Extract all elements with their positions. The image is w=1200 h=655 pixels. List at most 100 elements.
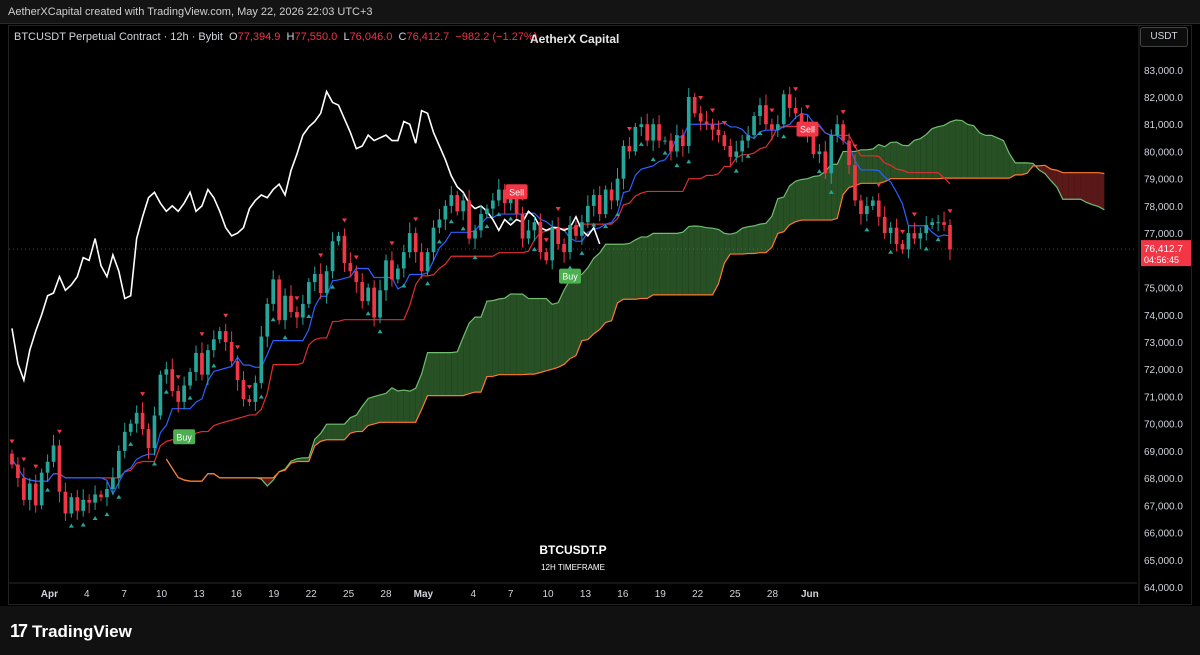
candle-body[interactable] bbox=[277, 279, 281, 321]
candle-body[interactable] bbox=[473, 230, 477, 239]
candle-body[interactable] bbox=[615, 178, 620, 201]
candle-body[interactable] bbox=[657, 124, 661, 141]
candle-body[interactable] bbox=[99, 494, 103, 498]
candle-body[interactable] bbox=[443, 205, 448, 220]
candle-body[interactable] bbox=[686, 97, 691, 146]
candle-body[interactable] bbox=[217, 331, 222, 340]
candle-body[interactable] bbox=[568, 224, 572, 253]
candle-body[interactable] bbox=[164, 369, 169, 375]
candle-body[interactable] bbox=[45, 461, 50, 473]
candle-body[interactable] bbox=[431, 227, 436, 253]
candle-body[interactable] bbox=[223, 331, 228, 342]
candle-body[interactable] bbox=[764, 105, 768, 125]
candle-body[interactable] bbox=[787, 94, 792, 108]
candle-body[interactable] bbox=[449, 195, 454, 206]
candle-body[interactable] bbox=[390, 260, 394, 280]
candle-body[interactable] bbox=[229, 342, 234, 362]
candle-body[interactable] bbox=[841, 124, 845, 141]
candle-body[interactable] bbox=[865, 205, 869, 215]
candle-body[interactable] bbox=[793, 107, 798, 114]
candle-body[interactable] bbox=[366, 287, 371, 302]
candle-body[interactable] bbox=[870, 200, 875, 206]
candle-body[interactable] bbox=[259, 336, 264, 383]
candle-body[interactable] bbox=[105, 489, 109, 498]
candle-body[interactable] bbox=[253, 382, 258, 402]
candle-body[interactable] bbox=[586, 205, 590, 223]
candle-body[interactable] bbox=[437, 219, 442, 228]
candle-body[interactable] bbox=[63, 491, 68, 514]
candle-body[interactable] bbox=[716, 129, 721, 136]
candle-body[interactable] bbox=[140, 412, 145, 430]
candle-body[interactable] bbox=[580, 222, 584, 236]
candle-body[interactable] bbox=[146, 429, 151, 449]
candle-body[interactable] bbox=[491, 200, 495, 209]
candle-body[interactable] bbox=[758, 105, 762, 117]
candle-body[interactable] bbox=[740, 140, 745, 152]
candle-body[interactable] bbox=[33, 483, 38, 506]
candle-body[interactable] bbox=[496, 189, 501, 201]
candle-body[interactable] bbox=[722, 135, 727, 146]
candle-body[interactable] bbox=[81, 499, 86, 511]
candle-body[interactable] bbox=[134, 412, 139, 424]
candle-body[interactable] bbox=[283, 295, 287, 321]
candle-body[interactable] bbox=[544, 252, 549, 261]
candle-body[interactable] bbox=[847, 140, 851, 166]
candle-body[interactable] bbox=[372, 287, 376, 318]
candle-body[interactable] bbox=[27, 483, 32, 500]
candle-body[interactable] bbox=[170, 369, 175, 391]
candle-body[interactable] bbox=[556, 227, 560, 244]
candle-body[interactable] bbox=[22, 478, 26, 500]
candle-body[interactable] bbox=[289, 295, 293, 313]
candle-body[interactable] bbox=[574, 224, 578, 236]
candle-body[interactable] bbox=[122, 431, 127, 451]
candle-body[interactable] bbox=[479, 214, 483, 231]
candle-body[interactable] bbox=[669, 140, 673, 152]
candle-body[interactable] bbox=[817, 151, 822, 155]
candle-body[interactable] bbox=[211, 339, 216, 351]
candle-body[interactable] bbox=[912, 233, 917, 239]
candle-body[interactable] bbox=[401, 252, 406, 269]
candle-body[interactable] bbox=[93, 494, 97, 503]
candle-body[interactable] bbox=[57, 445, 62, 492]
tradingview-logo[interactable]: 17 TradingView bbox=[10, 621, 132, 642]
candle-body[interactable] bbox=[651, 124, 655, 141]
candle-body[interactable] bbox=[627, 146, 632, 152]
candle-body[interactable] bbox=[936, 222, 940, 224]
candle-body[interactable] bbox=[823, 151, 828, 174]
candle-body[interactable] bbox=[591, 195, 596, 206]
candle-body[interactable] bbox=[348, 263, 353, 272]
candle-body[interactable] bbox=[811, 135, 816, 155]
candle-body[interactable] bbox=[781, 94, 786, 125]
candle-body[interactable] bbox=[746, 135, 750, 141]
candle-body[interactable] bbox=[888, 227, 893, 234]
candle-body[interactable] bbox=[312, 273, 317, 283]
candle-body[interactable] bbox=[324, 271, 329, 293]
candle-body[interactable] bbox=[704, 121, 709, 125]
candle-body[interactable] bbox=[675, 135, 679, 152]
candle-body[interactable] bbox=[645, 124, 650, 141]
candle-body[interactable] bbox=[532, 222, 537, 231]
candle-body[interactable] bbox=[930, 222, 935, 225]
candle-body[interactable] bbox=[247, 399, 252, 402]
candle-body[interactable] bbox=[562, 244, 566, 253]
candle-body[interactable] bbox=[859, 200, 863, 215]
candle-body[interactable] bbox=[51, 445, 56, 462]
candle-body[interactable] bbox=[384, 260, 388, 291]
candle-body[interactable] bbox=[188, 371, 192, 386]
candle-body[interactable] bbox=[770, 124, 774, 130]
candle-body[interactable] bbox=[235, 361, 240, 381]
candle-body[interactable] bbox=[75, 497, 80, 511]
candle-body[interactable] bbox=[461, 200, 466, 212]
candle-body[interactable] bbox=[182, 385, 186, 402]
candle-body[interactable] bbox=[538, 222, 543, 253]
candle-body[interactable] bbox=[200, 352, 204, 375]
candle-body[interactable] bbox=[710, 124, 715, 130]
candle-body[interactable] bbox=[609, 189, 614, 201]
symbol-label[interactable]: BTCUSDT Perpetual Contract · 12h · Bybit bbox=[14, 31, 223, 43]
candle-body[interactable] bbox=[775, 124, 780, 130]
candle-body[interactable] bbox=[639, 124, 644, 127]
candle-body[interactable] bbox=[111, 478, 115, 489]
candle-body[interactable] bbox=[194, 352, 198, 372]
candle-body[interactable] bbox=[152, 415, 157, 449]
candle-body[interactable] bbox=[318, 273, 323, 293]
